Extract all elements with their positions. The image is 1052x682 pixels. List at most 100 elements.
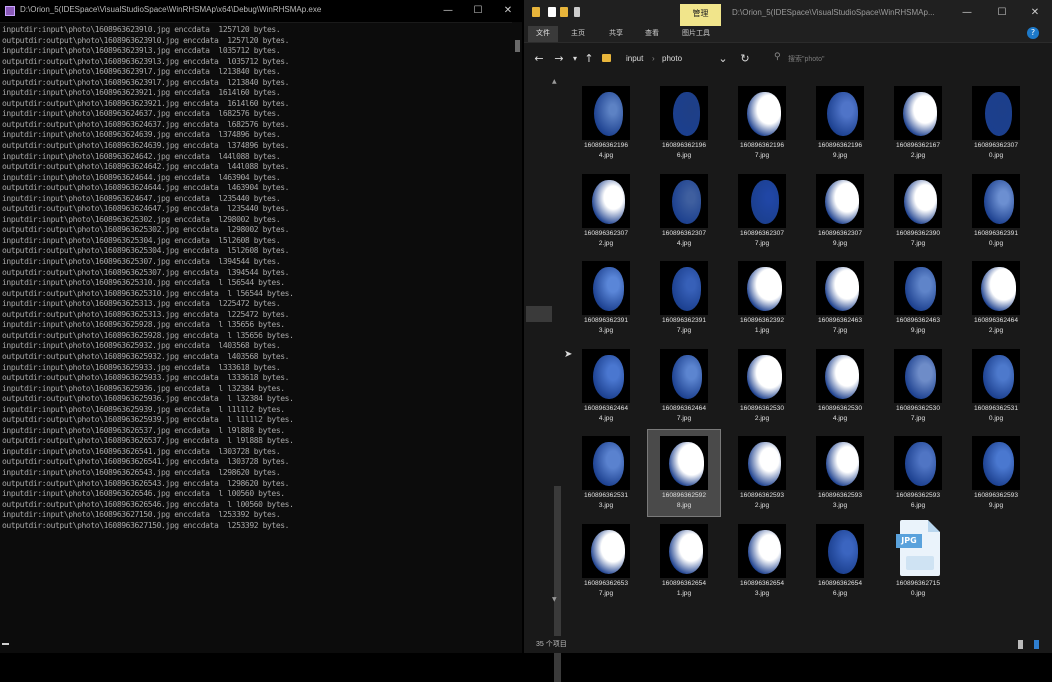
file-name: 160896362653 7.jpg: [583, 579, 628, 597]
file-item[interactable]: 160896362167 2.jpg: [882, 80, 954, 166]
file-item[interactable]: 160896362592 8.jpg: [647, 429, 721, 517]
file-item[interactable]: 160896362391 0.jpg: [960, 168, 1032, 254]
refresh-button[interactable]: ↻: [738, 52, 752, 66]
file-item[interactable]: 160896362307 2.jpg: [570, 168, 642, 254]
image-thumbnail: [972, 173, 1020, 228]
console-line: inputdir:input\photo\1608963625932.jpg e…: [2, 341, 281, 351]
maximize-button[interactable]: ☐: [470, 4, 486, 18]
console-window[interactable]: D:\Orion_5(IDESpace\VisualStudioSpace\Wi…: [0, 0, 522, 653]
thumbnail-subject: [824, 267, 860, 311]
image-thumbnail: [738, 173, 786, 228]
recent-locations-button[interactable]: ▾: [568, 52, 582, 66]
file-item[interactable]: 160896362464 7.jpg: [648, 343, 720, 429]
new-folder-icon[interactable]: [560, 7, 568, 17]
tab-picture-tools[interactable]: 图片工具: [676, 26, 716, 42]
tab-view[interactable]: 查看: [640, 26, 664, 42]
up-button[interactable]: ↑: [582, 52, 596, 66]
image-thumbnail: [582, 523, 630, 578]
file-item[interactable]: 160896362654 6.jpg: [804, 518, 876, 604]
scroll-up-icon[interactable]: ▲: [552, 78, 557, 85]
file-item[interactable]: 160896362307 4.jpg: [648, 168, 720, 254]
file-item[interactable]: 160896362391 7.jpg: [648, 255, 720, 341]
file-item[interactable]: 160896362530 2.jpg: [726, 343, 798, 429]
minimize-button[interactable]: —: [440, 4, 456, 18]
file-item[interactable]: 160896362654 1.jpg: [648, 518, 720, 604]
properties-icon[interactable]: [548, 7, 556, 17]
file-item[interactable]: 160896362307 0.jpg: [960, 80, 1032, 166]
explorer-window[interactable]: 管理 D:\Orion_5(IDESpace\VisualStudioSpace…: [524, 0, 1052, 682]
console-line: inputdir:input\photo\1608963625307.jpg e…: [2, 257, 281, 267]
file-item[interactable]: 160896362196 7.jpg: [726, 80, 798, 166]
forward-button[interactable]: →: [552, 52, 566, 66]
back-button[interactable]: ←: [532, 52, 546, 66]
tab-share[interactable]: 共享: [604, 26, 628, 42]
search-input[interactable]: ⚲ 搜索"photo": [768, 51, 1038, 67]
console-scrollbar[interactable]: [512, 22, 522, 653]
navigation-selected-item[interactable]: [526, 306, 552, 322]
address-dropdown-button[interactable]: ⌄: [716, 52, 730, 66]
file-item[interactable]: 160896362463 9.jpg: [882, 255, 954, 341]
explorer-titlebar[interactable]: 管理 D:\Orion_5(IDESpace\VisualStudioSpace…: [524, 0, 1052, 26]
file-item[interactable]: 160896362593 2.jpg: [726, 430, 798, 516]
thumbnail-subject: [593, 267, 624, 311]
file-item[interactable]: 160896362196 4.jpg: [570, 80, 642, 166]
file-item[interactable]: 160896362531 3.jpg: [570, 430, 642, 516]
thumbnail-subject: [825, 442, 859, 486]
file-item[interactable]: 160896362593 9.jpg: [960, 430, 1032, 516]
console-line: outputdir:output\photo\1608963624642.jpg…: [2, 162, 290, 172]
scroll-down-icon[interactable]: ▼: [552, 596, 557, 603]
image-thumbnail: [816, 436, 864, 490]
close-button[interactable]: ✕: [1027, 6, 1043, 20]
console-line: inputdir:input\photo\1608963624637.jpg e…: [2, 109, 281, 119]
file-name: 160896362464 2.jpg: [973, 317, 1018, 334]
file-item[interactable]: 160896362530 7.jpg: [882, 343, 954, 429]
image-thumbnail: [972, 86, 1020, 140]
minimize-button[interactable]: —: [959, 6, 975, 20]
file-name: 160896362530 7.jpg: [895, 404, 940, 422]
file-item[interactable]: 160896362307 9.jpg: [804, 168, 876, 254]
file-item[interactable]: 160896362530 4.jpg: [804, 343, 876, 429]
tab-manage[interactable]: 管理: [680, 4, 721, 26]
quick-access-dropdown-icon[interactable]: [574, 7, 580, 17]
image-thumbnail: [660, 523, 708, 578]
file-item[interactable]: 160896362464 4.jpg: [570, 343, 642, 429]
close-button[interactable]: ✕: [500, 4, 516, 18]
image-thumbnail: [816, 523, 864, 578]
breadcrumb-input[interactable]: input: [626, 52, 643, 66]
tab-home[interactable]: 主页: [566, 26, 590, 42]
file-item[interactable]: 160896362654 3.jpg: [726, 518, 798, 604]
file-item[interactable]: 160896362391 3.jpg: [570, 255, 642, 341]
console-line: outputdir:output\photo\1608963625939.jpg…: [2, 415, 294, 425]
maximize-button[interactable]: ☐: [994, 6, 1010, 20]
file-grid[interactable]: 160896362196 4.jpg 160896362196 6.jpg 1608…: [580, 80, 1050, 640]
file-item[interactable]: 160896362307 7.jpg: [726, 168, 798, 254]
file-item[interactable]: 160896362392 1.jpg: [726, 255, 798, 341]
file-item[interactable]: 160896362196 6.jpg: [648, 80, 720, 166]
image-thumbnail: [582, 86, 630, 140]
tab-file[interactable]: 文件: [528, 26, 558, 42]
image-thumbnail: [660, 261, 708, 315]
image-thumbnail: [972, 348, 1020, 403]
file-name: 160896362307 9.jpg: [817, 229, 862, 247]
file-name: 160896362593 6.jpg: [895, 492, 940, 509]
image-thumbnail: [894, 86, 942, 140]
details-view-icon[interactable]: [1018, 640, 1023, 649]
file-item[interactable]: 160896362464 2.jpg: [960, 255, 1032, 341]
large-icons-view-icon[interactable]: [1034, 640, 1039, 649]
console-titlebar[interactable]: D:\Orion_5(IDESpace\VisualStudioSpace\Wi…: [0, 0, 522, 23]
breadcrumb-photo[interactable]: photo: [662, 52, 682, 66]
file-name: 160896362391 3.jpg: [583, 317, 628, 334]
help-icon[interactable]: ?: [1027, 27, 1039, 39]
file-item[interactable]: 160896362531 0.jpg: [960, 343, 1032, 429]
navigation-pane[interactable]: ▲ ▼: [524, 76, 561, 682]
thumbnail-subject: [983, 179, 1014, 224]
file-item[interactable]: 160896362463 7.jpg: [804, 255, 876, 341]
file-item[interactable]: 160896362653 7.jpg: [570, 518, 642, 604]
file-item[interactable]: 160896362390 7.jpg: [882, 168, 954, 254]
file-item[interactable]: JPG 160896362715 0.jpg: [882, 518, 954, 604]
file-item[interactable]: 160896362593 6.jpg: [882, 430, 954, 516]
file-item[interactable]: 160896362196 9.jpg: [804, 80, 876, 166]
console-scrollbar-thumb[interactable]: [515, 40, 520, 52]
file-item[interactable]: 160896362593 3.jpg: [804, 430, 876, 516]
image-thumbnail: [582, 173, 630, 228]
